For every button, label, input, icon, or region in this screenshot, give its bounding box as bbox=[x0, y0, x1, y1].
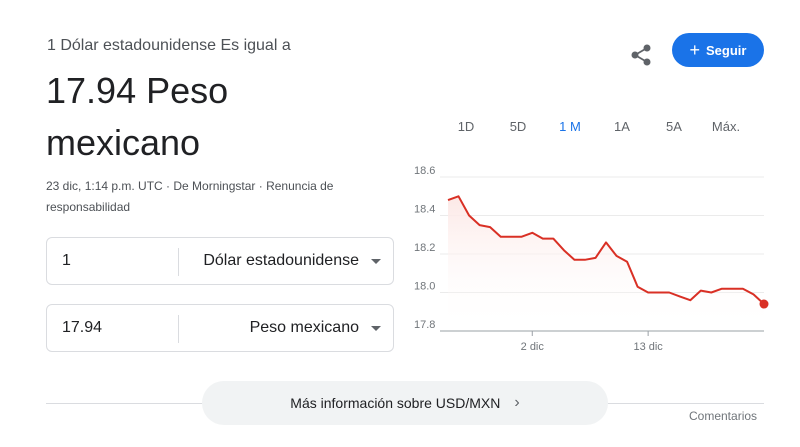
range-tabs: 1D 5D 1 M 1A 5A Máx. bbox=[440, 118, 752, 136]
timestamp-source: 23 dic, 1:14 p.m. UTC · De Morningstar · bbox=[46, 179, 267, 193]
price-area bbox=[448, 196, 764, 331]
converted-value: 17.94 Peso bbox=[46, 70, 229, 111]
plus-icon: + bbox=[689, 40, 701, 60]
y-tick-label: 18.0 bbox=[414, 281, 435, 293]
chevron-right-icon: › bbox=[514, 394, 520, 411]
range-tab[interactable]: 5A bbox=[648, 118, 700, 136]
to-currency-select[interactable]: Peso mexicano bbox=[250, 319, 359, 337]
share-button[interactable] bbox=[628, 42, 654, 68]
from-currency-field[interactable]: 1 Dólar estadounidense bbox=[46, 237, 394, 285]
field-divider bbox=[178, 248, 179, 276]
more-info-label: Más información sobre USD/MXN bbox=[290, 395, 501, 411]
exchange-rate-chart: 18.6 18.4 18.2 18.0 17.8 2 dic 13 dic bbox=[414, 165, 769, 353]
range-tab[interactable]: 1D bbox=[440, 118, 492, 136]
more-info-button[interactable]: Más información sobre USD/MXN › bbox=[202, 381, 608, 425]
y-tick-label: 18.2 bbox=[414, 242, 435, 254]
converted-currency: mexicano bbox=[46, 122, 201, 163]
last-price-point bbox=[759, 299, 769, 309]
range-tab[interactable]: Máx. bbox=[700, 118, 752, 136]
to-currency-field[interactable]: 17.94 Peso mexicano bbox=[46, 304, 394, 352]
y-tick-label: 17.8 bbox=[414, 319, 435, 331]
source-meta: 23 dic, 1:14 p.m. UTC · De Morningstar ·… bbox=[46, 176, 376, 218]
from-amount-input[interactable]: 1 bbox=[62, 252, 71, 270]
share-icon bbox=[631, 44, 651, 66]
dropdown-arrow-icon[interactable] bbox=[371, 326, 381, 331]
from-currency-select[interactable]: Dólar estadounidense bbox=[203, 252, 359, 270]
feedback-link[interactable]: Comentarios bbox=[689, 409, 757, 423]
y-tick-label: 18.4 bbox=[414, 204, 435, 216]
conversion-subtitle: 1 Dólar estadounidense Es igual a bbox=[47, 37, 291, 54]
dropdown-arrow-icon[interactable] bbox=[371, 259, 381, 264]
divider bbox=[606, 403, 764, 404]
range-tab[interactable]: 1 M bbox=[544, 118, 596, 136]
follow-button[interactable]: + Seguir bbox=[672, 33, 764, 67]
field-divider bbox=[178, 315, 179, 343]
y-tick-label: 18.6 bbox=[414, 165, 435, 177]
follow-label: Seguir bbox=[706, 42, 747, 58]
x-tick-label: 2 dic bbox=[521, 341, 545, 353]
divider bbox=[46, 403, 204, 404]
to-amount-input[interactable]: 17.94 bbox=[62, 319, 102, 337]
x-tick-label: 13 dic bbox=[633, 341, 663, 353]
range-tab[interactable]: 1A bbox=[596, 118, 648, 136]
range-tab[interactable]: 5D bbox=[492, 118, 544, 136]
